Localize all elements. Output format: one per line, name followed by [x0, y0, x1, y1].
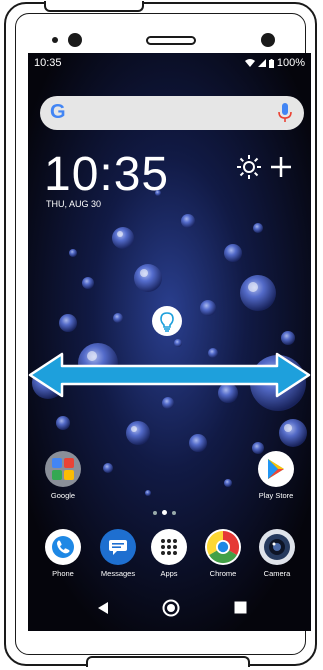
play-store-icon — [258, 451, 294, 487]
page-dot — [172, 510, 176, 515]
dock-label-chrome: Chrome — [209, 569, 237, 578]
dock-app-phone[interactable]: Phone — [37, 529, 89, 578]
dock-app-chrome[interactable]: Chrome — [197, 529, 249, 578]
dock-label-messages: Messages — [100, 569, 136, 578]
proximity-sensor — [52, 37, 58, 43]
dock-label-camera: Camera — [263, 569, 291, 578]
home-circle-icon[interactable] — [162, 599, 180, 617]
camera-icon — [259, 529, 295, 565]
home-screen[interactable]: 10:35 100% G 10:35 THU, AUG 30 Google Pl… — [28, 53, 311, 631]
cell-signal-icon — [257, 59, 266, 67]
phone-device: 10:35 100% G 10:35 THU, AUG 30 Google Pl… — [4, 1, 317, 667]
add-icon[interactable] — [270, 156, 292, 178]
device-bottom-edge — [86, 656, 250, 667]
earpiece-speaker — [146, 36, 196, 45]
dock-label-phone: Phone — [52, 569, 74, 578]
dock-label-apps: Apps — [160, 569, 178, 578]
page-dot-active — [162, 510, 167, 515]
play-store-app[interactable]: Play Store — [250, 451, 302, 500]
battery-icon — [268, 58, 274, 68]
navigation-bar — [28, 595, 311, 625]
recents-square-icon[interactable] — [234, 601, 247, 614]
back-triangle-icon[interactable] — [97, 601, 109, 615]
app-label-play-store: Play Store — [258, 491, 294, 500]
swipe-arrow-icon — [28, 352, 311, 398]
google-search-bar[interactable]: G — [40, 96, 304, 130]
clock-date: THU, AUG 30 — [46, 199, 102, 209]
wifi-icon — [244, 59, 255, 67]
page-dot — [153, 510, 157, 515]
clock-time[interactable]: 10:35 — [44, 150, 169, 200]
status-time: 10:35 — [34, 57, 62, 69]
apps-grid-icon — [151, 529, 187, 565]
page-indicator — [153, 510, 176, 515]
dock-app-apps[interactable]: Apps — [143, 529, 195, 578]
google-folder-icon — [45, 451, 81, 487]
front-camera-right — [261, 33, 275, 47]
messages-icon — [100, 529, 136, 565]
app-label-google: Google — [50, 491, 76, 500]
chrome-icon — [205, 529, 241, 565]
lightbulb-icon — [152, 306, 182, 336]
front-camera-left — [68, 33, 82, 47]
sun-icon — [237, 155, 261, 179]
phone-icon — [45, 529, 81, 565]
dock-app-camera[interactable]: Camera — [251, 529, 303, 578]
google-folder[interactable]: Google — [37, 451, 89, 500]
status-bar: 10:35 100% — [28, 53, 311, 73]
battery-percent: 100% — [276, 57, 305, 69]
google-logo: G — [50, 101, 66, 123]
weather-widget[interactable] — [236, 154, 292, 180]
dock-app-messages[interactable]: Messages — [92, 529, 144, 578]
mic-icon[interactable] — [278, 103, 292, 123]
device-top-button — [44, 1, 144, 12]
status-icons: 100% — [244, 57, 305, 69]
